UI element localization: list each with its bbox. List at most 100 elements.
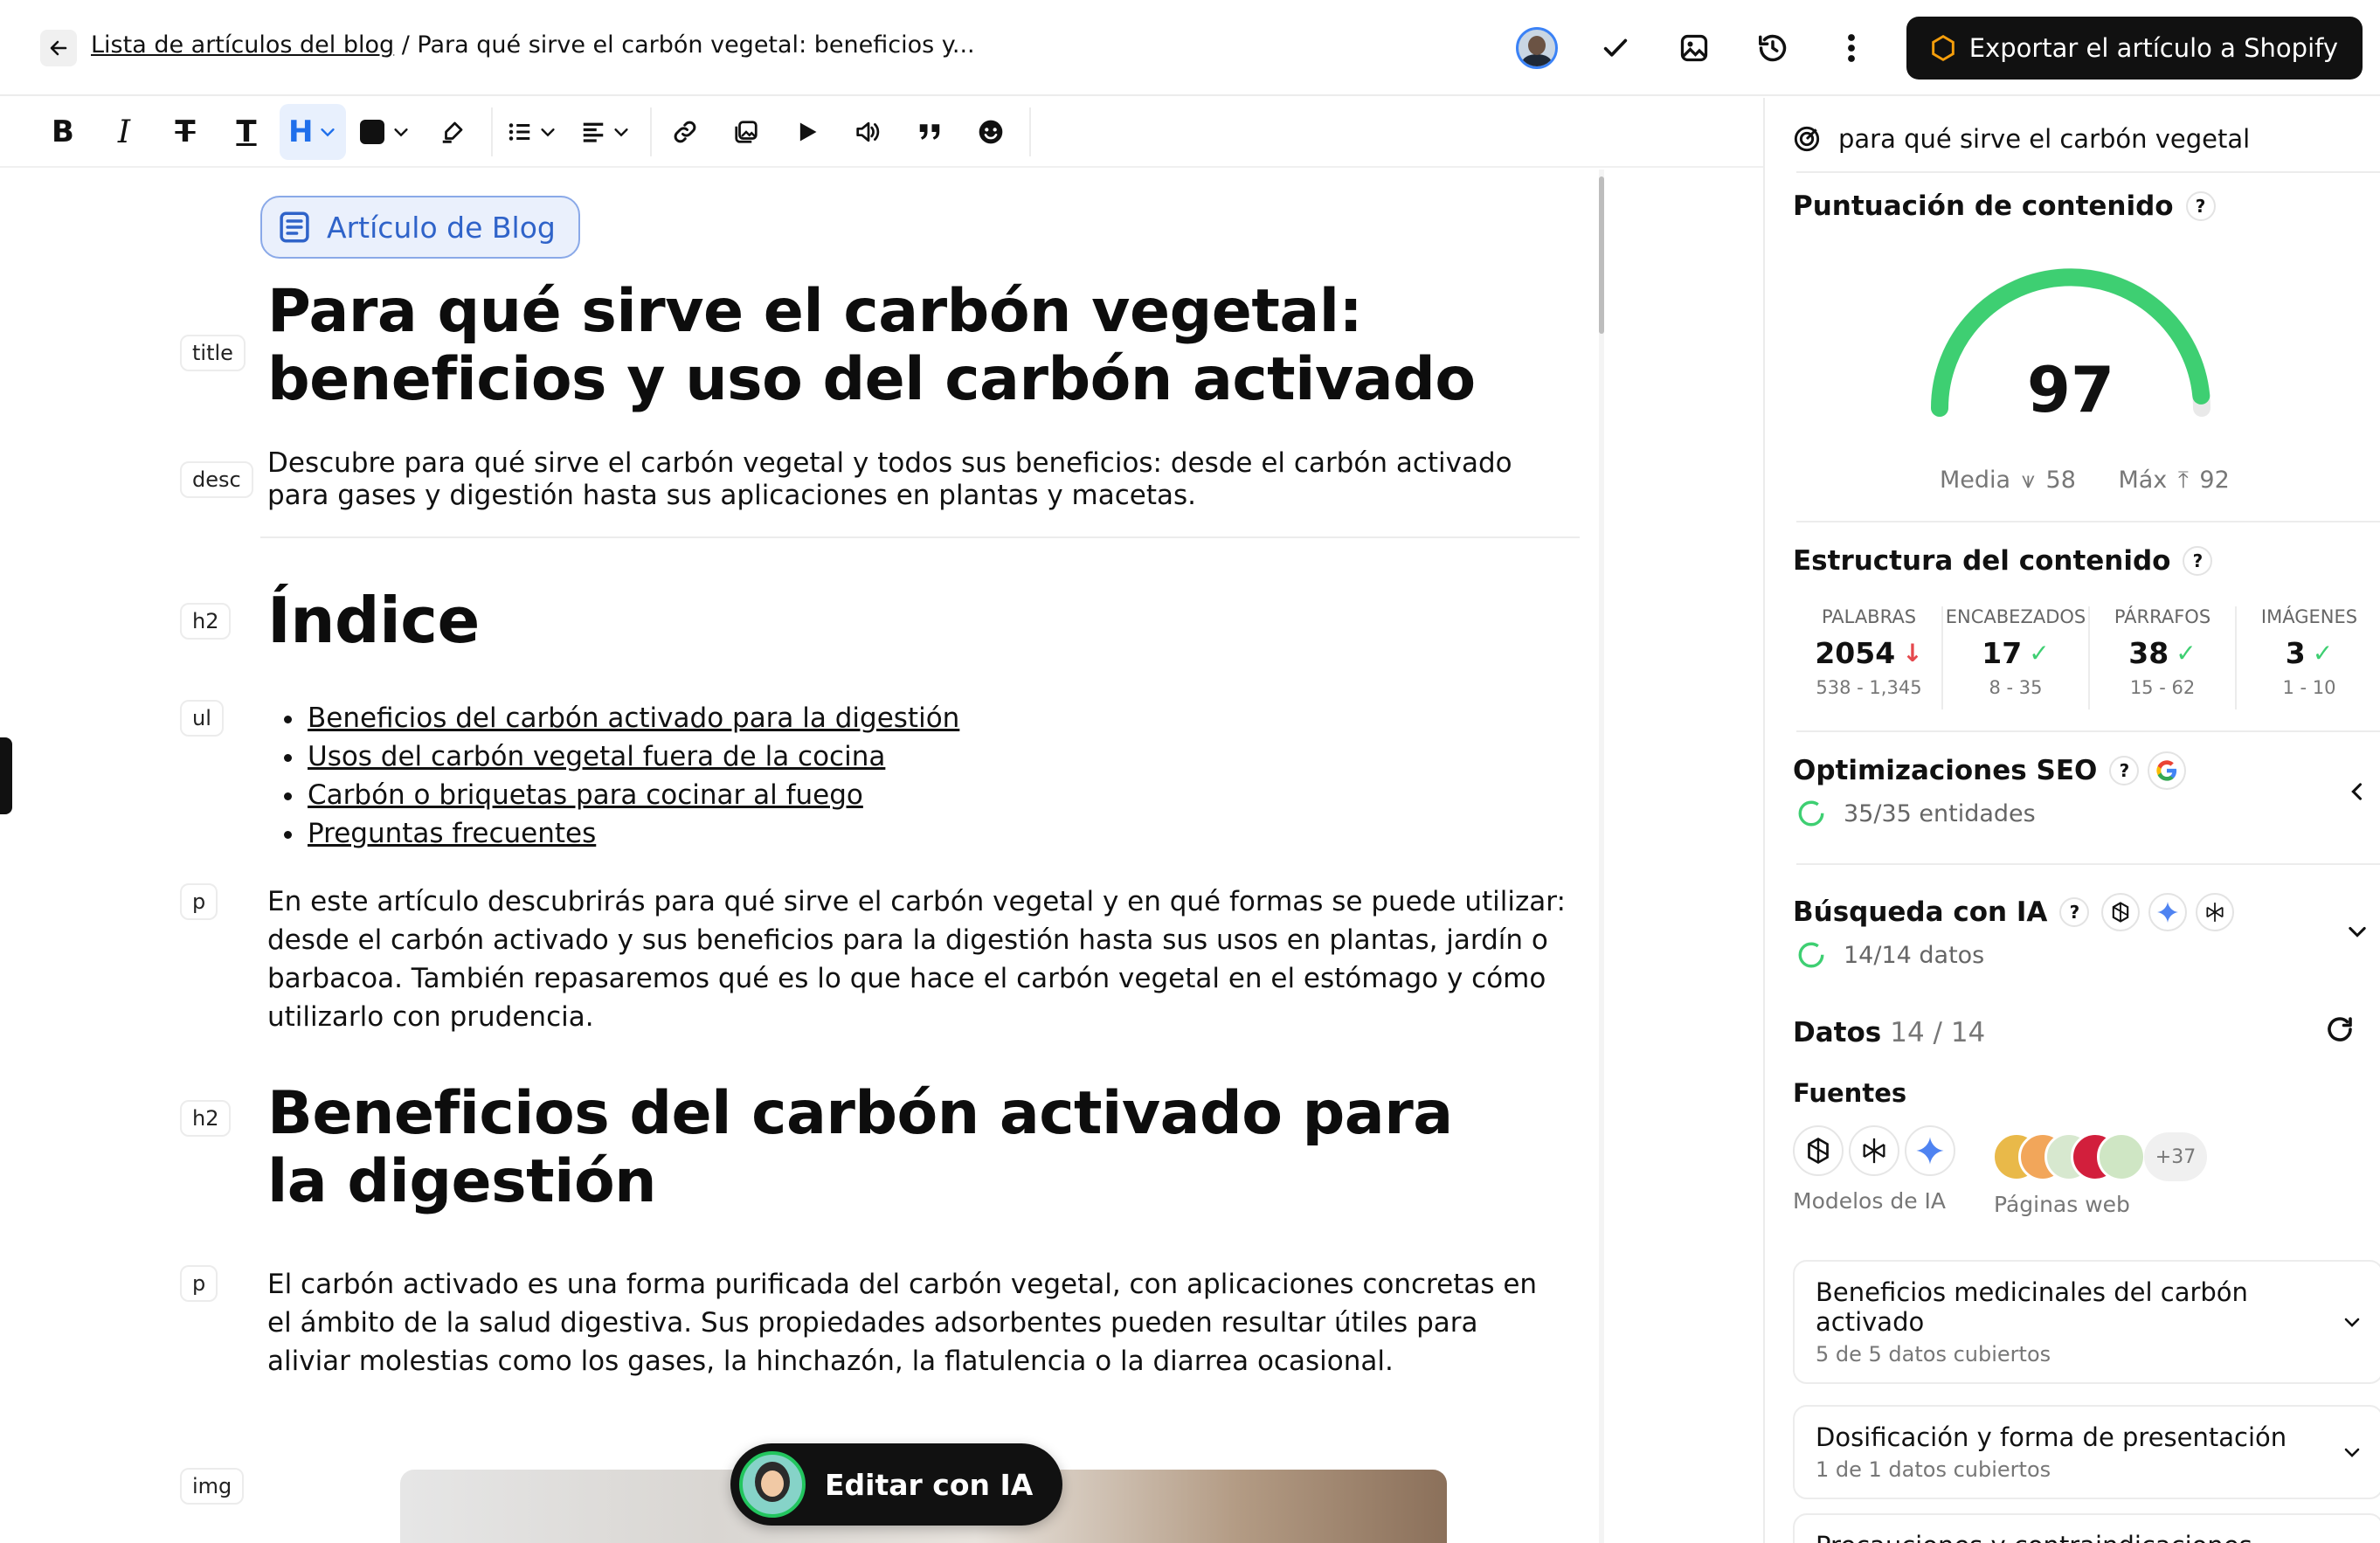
openai-source-icon[interactable] xyxy=(1793,1125,1844,1176)
video-button[interactable] xyxy=(779,104,835,160)
save-check-button[interactable] xyxy=(1587,19,1644,77)
chevron-down-icon[interactable] xyxy=(2345,919,2370,944)
back-button[interactable] xyxy=(40,30,77,66)
help-icon[interactable]: ? xyxy=(2185,191,2216,221)
history-button[interactable] xyxy=(1744,19,1802,77)
embed-button[interactable] xyxy=(841,104,896,160)
italic-button[interactable]: I xyxy=(96,104,152,160)
article-description[interactable]: Descubre para qué sirve el carbón vegeta… xyxy=(267,447,1560,512)
block-tag-desc: desc xyxy=(180,461,253,498)
strikethrough-icon: T xyxy=(175,114,196,149)
chevron-down-icon xyxy=(614,128,629,137)
divider xyxy=(1796,171,2380,173)
sidebar-toggle-handle[interactable] xyxy=(0,737,12,814)
block-tag-p: p xyxy=(180,883,218,920)
chevron-down-icon xyxy=(394,128,409,137)
data-label: Datos xyxy=(1793,1017,1882,1048)
sources-title: Fuentes xyxy=(1793,1078,1907,1108)
help-icon[interactable]: ? xyxy=(2183,546,2213,576)
help-icon[interactable]: ? xyxy=(2109,756,2140,785)
export-label: Exportar el artículo a Shopify xyxy=(1968,33,2338,63)
clear-format-button[interactable]: T xyxy=(218,104,274,160)
target-keyword: para qué sirve el carbón vegetal xyxy=(1793,124,2250,154)
toc-link[interactable]: Beneficios del carbón activado para la d… xyxy=(306,699,959,737)
article-title[interactable]: Para qué sirve el carbón vegetal: benefi… xyxy=(267,278,1578,414)
block-tag-h2: h2 xyxy=(180,603,232,640)
toc-link[interactable]: Usos del carbón vegetal fuera de la coci… xyxy=(306,737,959,776)
refresh-icon[interactable] xyxy=(2324,1014,2356,1045)
gemini-source-icon[interactable] xyxy=(1905,1125,1955,1176)
gallery-button[interactable] xyxy=(718,104,774,160)
data-topic-card[interactable]: Beneficios medicinales del carbón activa… xyxy=(1793,1260,2380,1384)
highlight-button[interactable] xyxy=(425,104,481,160)
average-label: Media xyxy=(1940,467,2011,494)
content-score-value: 97 xyxy=(2026,353,2115,426)
export-shopify-button[interactable]: Exportar el artículo a Shopify xyxy=(1906,17,2363,80)
check-icon xyxy=(1603,38,1627,57)
web-pages-label: Páginas web xyxy=(1994,1192,2130,1217)
list-dropdown[interactable] xyxy=(498,104,566,160)
top-bar: Lista de artículos del blog / Para qué s… xyxy=(0,0,2380,96)
stat-value-row: 38 ✓ xyxy=(2090,636,2235,670)
strikethrough-button[interactable]: T xyxy=(157,104,213,160)
perplexity-icon xyxy=(2196,893,2235,931)
more-sources-badge[interactable]: +37 xyxy=(2144,1132,2207,1181)
link-button[interactable] xyxy=(657,104,713,160)
editor-scrollbar[interactable] xyxy=(1599,176,1604,334)
breadcrumb-link-blog-list[interactable]: Lista de artículos del blog xyxy=(91,31,394,59)
stat-value: 2054 xyxy=(1815,636,1896,670)
stat-value: 17 xyxy=(1982,636,2023,670)
quote-icon xyxy=(920,124,940,140)
chevron-left-icon[interactable] xyxy=(2345,779,2370,804)
quote-button[interactable] xyxy=(902,104,958,160)
data-topic-card[interactable]: Precauciones y contraindicaciones xyxy=(1793,1513,2380,1543)
divider xyxy=(260,536,1580,538)
app: Lista de artículos del blog / Para qué s… xyxy=(0,0,2380,1543)
heading-dropdown[interactable]: H xyxy=(280,104,347,160)
ai-assistant-avatar xyxy=(739,1451,806,1518)
document-icon xyxy=(280,211,309,243)
max-label: Máx xyxy=(2118,467,2168,494)
web-source-favicon[interactable] xyxy=(2097,1132,2146,1181)
seo-title: Optimizaciones SEO xyxy=(1793,755,2098,786)
chevron-down-icon xyxy=(2344,1448,2360,1457)
user-avatar-button[interactable] xyxy=(1508,19,1566,77)
emoji-button[interactable] xyxy=(963,104,1019,160)
color-icon xyxy=(360,120,385,144)
article-type-pill[interactable]: Artículo de Blog xyxy=(260,196,580,259)
ai-search-header[interactable]: Búsqueda con IA ? xyxy=(1793,893,2235,931)
ai-search-progress: 14/14 datos xyxy=(1796,940,1984,970)
bold-button[interactable]: B xyxy=(35,104,91,160)
highlighter-icon xyxy=(443,121,463,143)
divider xyxy=(1796,521,2380,522)
arrow-left-icon xyxy=(50,40,67,56)
toc-link[interactable]: Carbón o briquetas para cocinar al fuego xyxy=(306,776,959,814)
heading-benefits[interactable]: Beneficios del carbón activado para la d… xyxy=(267,1080,1491,1216)
heading-index[interactable]: Índice xyxy=(267,584,480,657)
topic-coverage: 5 de 5 datos cubiertos xyxy=(1816,1342,2051,1367)
more-options-button[interactable] xyxy=(1823,19,1880,77)
perplexity-source-icon[interactable] xyxy=(1849,1125,1899,1176)
stat-value-row: 3 ✓ xyxy=(2237,636,2380,670)
intro-paragraph[interactable]: En este artículo descubrirás para qué si… xyxy=(267,882,1569,1036)
benefits-paragraph[interactable]: El carbón activado es una forma purifica… xyxy=(267,1265,1569,1380)
text-format-icon: T xyxy=(236,114,257,149)
align-dropdown[interactable] xyxy=(571,104,640,160)
check-icon: ✓ xyxy=(2312,639,2334,668)
edit-with-ai-button[interactable]: Editar con IA xyxy=(730,1443,1063,1526)
data-count: 14 / 14 xyxy=(1890,1017,1986,1048)
color-dropdown[interactable] xyxy=(351,104,419,160)
data-topic-card[interactable]: Dosificación y forma de presentación 1 d… xyxy=(1793,1405,2380,1499)
chevron-down-icon xyxy=(321,128,336,137)
stat-label: PALABRAS xyxy=(1821,606,1917,627)
structure-label: Estructura del contenido xyxy=(1793,545,2171,577)
images-button[interactable] xyxy=(1665,19,1723,77)
stat-words: PALABRAS 2054 ↓ 538 - 1,345 xyxy=(1796,606,1943,709)
embed-icon xyxy=(856,121,880,142)
avatar xyxy=(1515,27,1558,69)
topic-title: Dosificación y forma de presentación xyxy=(1816,1422,2287,1452)
toc-link[interactable]: Preguntas frecuentes xyxy=(306,814,959,853)
seo-section-header[interactable]: Optimizaciones SEO ? xyxy=(1793,751,2187,790)
help-icon[interactable]: ? xyxy=(2059,897,2090,927)
block-tag-h2: h2 xyxy=(180,1100,232,1137)
